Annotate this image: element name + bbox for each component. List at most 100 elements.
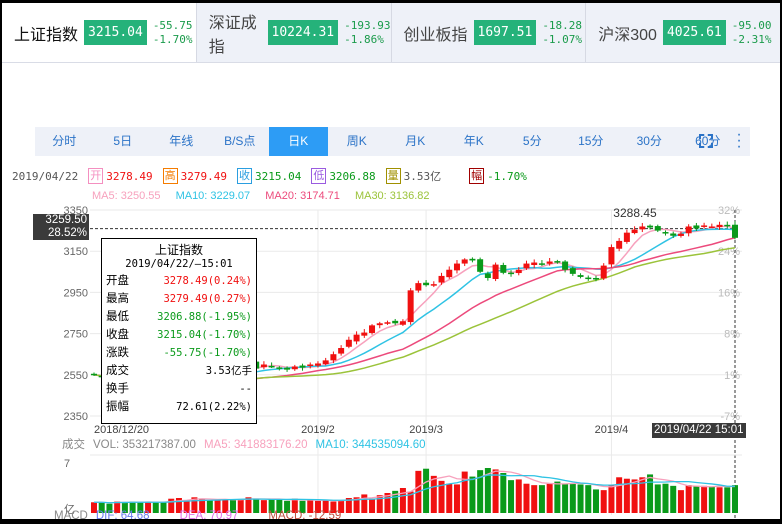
volume-bar	[577, 484, 584, 513]
volume-bar	[538, 485, 545, 513]
candle	[693, 225, 700, 229]
candle	[500, 265, 507, 273]
candle	[369, 325, 376, 333]
volume-bar	[647, 474, 654, 513]
volume-bar	[515, 479, 522, 513]
x-tick-label: 2019/4	[595, 424, 629, 436]
candle	[314, 363, 321, 366]
candle	[268, 365, 275, 368]
candle	[616, 240, 623, 249]
vol-ma5-line	[94, 470, 736, 504]
candle	[623, 232, 630, 242]
candle	[260, 364, 267, 368]
volume-bar	[461, 471, 468, 513]
candle	[600, 265, 607, 279]
candle	[608, 247, 615, 265]
volume-bar	[469, 476, 476, 513]
tooltip-row: 最高 3279.49(0.27%)	[106, 293, 252, 305]
candle	[554, 261, 561, 263]
volume-bar	[616, 477, 623, 513]
candle	[724, 224, 731, 227]
y-tick-label: 3150	[64, 246, 88, 258]
volume-bar	[531, 485, 538, 513]
volume-legend: 成交 VOL: 353217387.00 MA5: 341883176.20 MA10…	[62, 436, 434, 452]
candle	[701, 225, 708, 227]
candle	[477, 259, 484, 272]
volume-bar	[554, 481, 561, 513]
max-price-label: 3288.45	[613, 206, 657, 220]
candle	[345, 339, 352, 347]
volume-bar	[508, 480, 515, 513]
candle	[91, 373, 97, 376]
volume-bar	[708, 486, 715, 513]
candle	[569, 268, 576, 274]
crosshair-date-tag: 2019/04/22 15:01	[652, 423, 746, 438]
candle	[662, 232, 669, 234]
volume-bar	[685, 485, 692, 513]
volume-bar	[446, 483, 453, 513]
x-tick-label: 2019/3	[409, 424, 443, 436]
volume-bar	[569, 483, 576, 513]
candle	[461, 259, 468, 264]
volume-bar	[670, 485, 677, 513]
tooltip-row: 换手 --	[106, 383, 252, 395]
volume-bar	[430, 475, 437, 513]
tooltip-row: 成交 3.53亿手	[106, 365, 252, 377]
macd-title: MACD	[54, 510, 88, 519]
tooltip-title: 上证指数	[154, 243, 203, 257]
macd-value: MACD: -12.59	[268, 510, 342, 519]
volume-bar	[701, 485, 708, 513]
candle	[307, 364, 314, 366]
vol-ma10: MA10: 344535094.60	[315, 439, 426, 451]
stock-widget: 上证指数 3215.04 -55.75 -1.70% 深证成指 10224.31 …	[2, 3, 780, 519]
candle	[407, 290, 414, 323]
candle	[523, 263, 530, 269]
candle	[438, 275, 445, 283]
tooltip: 上证指数 2019/04/22/—15:01 开盘 3278.49(0.24%) 最…	[101, 238, 257, 424]
volume-bar	[654, 484, 661, 513]
tooltip-row: 最低 3206.88(-1.95%)	[106, 311, 252, 323]
candle	[291, 366, 298, 370]
candle	[577, 275, 584, 277]
candle	[708, 226, 715, 228]
candle	[654, 226, 661, 231]
candle	[508, 272, 515, 275]
candle	[631, 229, 638, 234]
pct-tick-label: 1%	[724, 370, 740, 382]
candle	[716, 224, 723, 228]
volume-bar	[546, 483, 553, 513]
macd-legend: MACD DIF: 64.68 DEA: 70.97 MACD: -12.59	[54, 510, 371, 519]
volume-title: 成交	[62, 439, 85, 451]
candle	[453, 263, 460, 271]
vol-top-label: 7	[64, 458, 70, 470]
candle	[639, 226, 646, 230]
y-tick-label: 2950	[64, 287, 88, 299]
vol-ma5: MA5: 341883176.20	[203, 439, 308, 451]
candle	[515, 269, 522, 274]
volume-bar	[608, 485, 615, 513]
tooltip-row: 振幅 72.61(2.22%)	[106, 401, 252, 413]
candle	[353, 334, 360, 342]
candle	[546, 261, 553, 264]
x-tick-label: 2018/12/20	[94, 424, 149, 436]
candle	[670, 233, 677, 236]
crosshair-price-tag: 3259.50 28.52%	[33, 214, 89, 240]
volume-bar	[453, 484, 460, 513]
candle	[592, 277, 599, 280]
volume-bar	[500, 473, 507, 513]
volume-bar	[631, 479, 638, 513]
candle	[469, 258, 476, 261]
tooltip-datetime: 2019/04/22/—15:01	[125, 258, 233, 270]
volume-bar	[585, 485, 592, 513]
candle	[492, 264, 499, 280]
tooltip-row: 涨跌 -55.75(-1.70%)	[106, 347, 252, 359]
y-tick-label: 2750	[64, 329, 88, 341]
candle	[423, 282, 430, 286]
pct-tick-label: 8%	[724, 329, 740, 341]
x-tick-label: 2019/2	[301, 424, 335, 436]
tooltip-row: 开盘 3278.49(0.24%)	[106, 275, 252, 287]
candle	[531, 262, 538, 266]
y-tick-label: 2550	[64, 370, 88, 382]
candle	[330, 354, 337, 361]
volume-bar	[724, 487, 731, 513]
